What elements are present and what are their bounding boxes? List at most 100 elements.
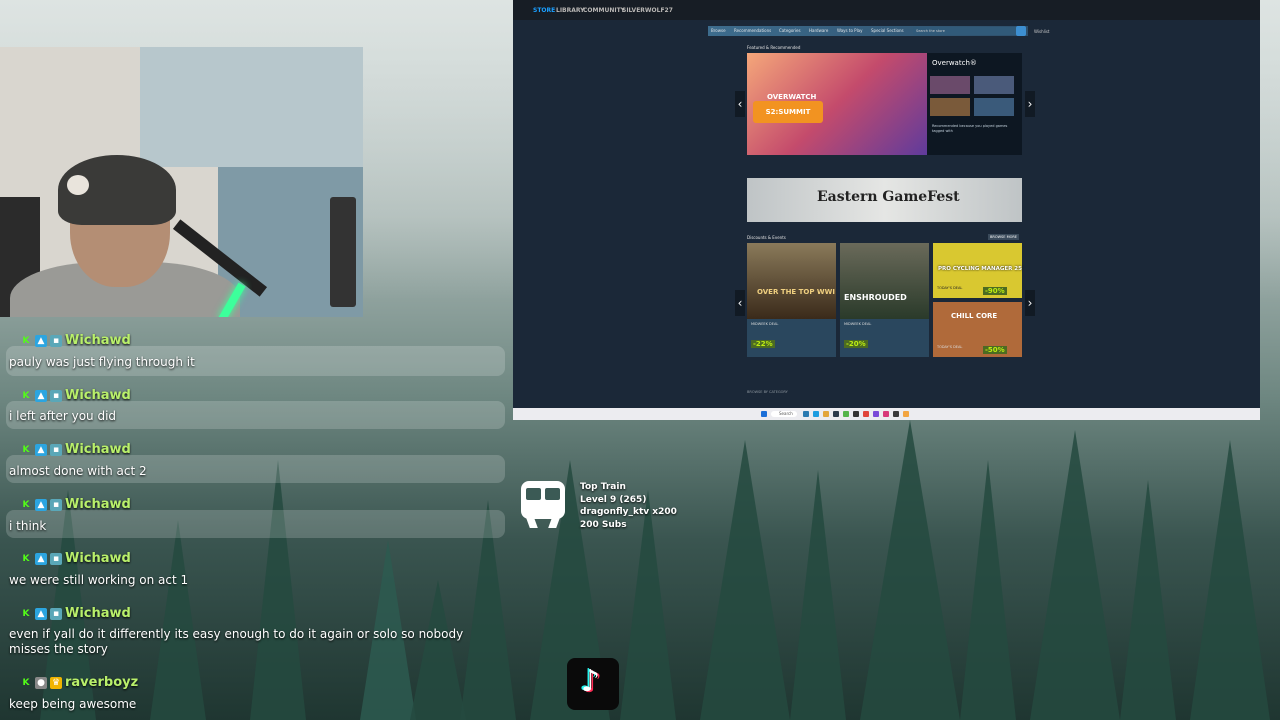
nav-profile[interactable]: SILVERWOLF27 [622, 7, 673, 14]
deal-label: MIDWEEK DEAL [751, 322, 779, 326]
app-icon[interactable] [803, 411, 809, 417]
app-icon[interactable] [843, 411, 849, 417]
screenshot-thumb[interactable] [974, 76, 1014, 94]
deal-discount: -50% [983, 346, 1007, 354]
steam-app-icon[interactable] [833, 411, 839, 417]
deal-label: TODAY'S DEAL [937, 345, 963, 349]
browse-more-button[interactable]: BROWSE MORE [988, 234, 1020, 240]
app-icon[interactable] [853, 411, 859, 417]
kick-badge-icon: K [22, 445, 30, 455]
chat-text: pauly was just flying through it [9, 355, 195, 369]
twitch-badge-icon: ▲ [35, 499, 47, 511]
nav-community[interactable]: COMMUNITY [583, 7, 625, 14]
sub-badge-icon: ▪ [50, 499, 62, 511]
screenshot-thumb[interactable] [974, 98, 1014, 116]
chat-text: we were still working on act 1 [9, 573, 189, 587]
subnav-recommendations[interactable]: Recommendations [734, 28, 771, 33]
app-icon[interactable] [863, 411, 869, 417]
chat-text: keep being awesome [9, 697, 137, 711]
nav-library[interactable]: LIBRARY [556, 7, 585, 14]
tiktok-icon: ♪ [567, 658, 619, 710]
windows-start-icon[interactable] [761, 411, 767, 417]
deal-card[interactable]: CHILL CORE TODAY'S DEAL -50% [933, 302, 1022, 357]
kick-badge-icon: K [22, 500, 30, 510]
chat-username[interactable]: Wichawd [65, 333, 131, 348]
chat-username[interactable]: Wichawd [65, 497, 131, 512]
app-icon[interactable] [813, 411, 819, 417]
screenshot-thumb[interactable] [930, 98, 970, 116]
chat-text: almost done with act 2 [9, 464, 147, 478]
sub-badge-icon: ▪ [50, 553, 62, 565]
deal-title: CHILL CORE [951, 312, 998, 320]
app-icon[interactable] [893, 411, 899, 417]
discounts-heading: Discounts & Events [747, 235, 786, 240]
deal-title: OVER THE TOP WWI [757, 288, 835, 296]
chevron-right-icon[interactable]: › [1025, 91, 1035, 117]
train-level: Level 9 (265) [580, 494, 647, 505]
featured-logo: OVERWATCH [767, 93, 817, 101]
deal-title: PRO CYCLING MANAGER 25 [938, 266, 1022, 272]
deal-card[interactable]: PRO CYCLING MANAGER 25 TODAY'S DEAL -90% [933, 243, 1022, 298]
hype-train-info: Top Train Level 9 (265) dragonfly_ktv x2… [580, 481, 677, 531]
subnav-categories[interactable]: Categories [779, 28, 801, 33]
deal-title: ENSHROUDED [844, 293, 907, 302]
chat-username[interactable]: Wichawd [65, 606, 131, 621]
sub-badge-icon: ▪ [50, 390, 62, 402]
subnav-hardware[interactable]: Hardware [809, 28, 828, 33]
app-icon[interactable] [873, 411, 879, 417]
chat-username[interactable]: Wichawd [65, 388, 131, 403]
app-icon[interactable] [823, 411, 829, 417]
store-search-input[interactable]: Search the store [913, 27, 1019, 35]
train-subs: 200 Subs [580, 519, 627, 530]
wishlist-link[interactable]: Wishlist [1034, 29, 1049, 34]
chat-username[interactable]: raverboyz [65, 675, 138, 690]
subnav-special-sections[interactable]: Special Sections [871, 28, 904, 33]
featured-capsule[interactable]: OVERWATCH S2:SUMMIT [747, 53, 927, 155]
twitch-badge-icon: ▲ [35, 608, 47, 620]
featured-heading: Featured & Recommended [747, 45, 801, 50]
webcam-feed [0, 47, 363, 317]
banner-title: Eastern GameFest [817, 189, 960, 205]
train-title: Top Train [580, 482, 626, 492]
deal-card[interactable]: ENSHROUDED MIDWEEK DEAL -20% [840, 243, 929, 357]
featured-reason: Recommended because you played games tag… [932, 124, 1008, 133]
app-icon[interactable] [903, 411, 909, 417]
windows-taskbar: Search [513, 408, 1260, 420]
deal-discount: -90% [983, 287, 1007, 295]
featured-info: Overwatch® Recommended because you playe… [927, 53, 1022, 155]
featured-event-badge: S2:SUMMIT [753, 101, 823, 123]
paw-icon [67, 175, 89, 195]
kick-badge-icon: K [22, 391, 30, 401]
gift-badge-icon: ● [35, 677, 47, 689]
chat-username[interactable]: Wichawd [65, 551, 131, 566]
subnav-browse[interactable]: Browse [711, 28, 726, 33]
sub-badge-icon: ▪ [50, 444, 62, 456]
chevron-left-icon[interactable]: ‹ [735, 290, 745, 316]
crown-badge-icon: ♛ [50, 677, 62, 689]
train-top-contributor: dragonfly_ktv x200 [580, 507, 677, 517]
chat-text: i left after you did [9, 409, 117, 423]
chat-text: even if yall do it differently its easy … [9, 627, 464, 656]
twitch-badge-icon: ▲ [35, 444, 47, 456]
taskbar-search[interactable]: Search [771, 411, 797, 417]
subnav-ways-to-play[interactable]: Ways to Play [837, 28, 863, 33]
steam-window: STORE LIBRARY COMMUNITY SILVERWOLF27 Bro… [513, 0, 1260, 408]
nav-store[interactable]: STORE [533, 7, 555, 14]
twitch-badge-icon: ▲ [35, 335, 47, 347]
chevron-left-icon[interactable]: ‹ [735, 91, 745, 117]
chevron-right-icon[interactable]: › [1025, 290, 1035, 316]
kick-badge-icon: K [22, 336, 30, 346]
app-icon[interactable] [883, 411, 889, 417]
gamefest-banner[interactable]: Eastern GameFest [747, 178, 1022, 222]
twitch-badge-icon: ▲ [35, 390, 47, 402]
twitch-badge-icon: ▲ [35, 553, 47, 565]
kick-badge-icon: K [22, 678, 30, 688]
search-icon[interactable] [1016, 26, 1026, 36]
deal-card[interactable]: OVER THE TOP WWI MIDWEEK DEAL -22% [747, 243, 836, 357]
deal-discount: -20% [844, 340, 868, 348]
chat-username[interactable]: Wichawd [65, 442, 131, 457]
kick-badge-icon: K [22, 609, 30, 619]
chat-panel: K ▲ ▪ Wichawd pauly was just flying throug… [0, 328, 512, 720]
sub-badge-icon: ▪ [50, 335, 62, 347]
screenshot-thumb[interactable] [930, 76, 970, 94]
